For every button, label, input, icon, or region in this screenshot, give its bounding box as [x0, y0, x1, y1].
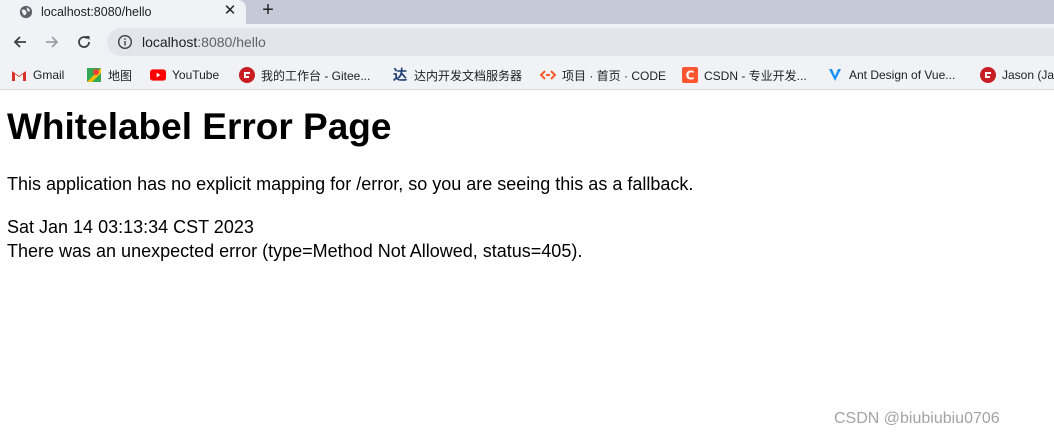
bookmark-label: Ant Design of Vue... [849, 68, 956, 82]
bookmarks-bar: Gmail 地图 YouTube 我的工作台 - Gitee... 达 达内开发… [0, 60, 1054, 90]
bookmark-label: 项目 · 首页 · CODE [562, 68, 666, 83]
error-message: There was an unexpected error (type=Meth… [7, 241, 583, 261]
tab-title: localhost:8080/hello [41, 5, 152, 19]
bookmark-antdv[interactable]: Ant Design of Vue... [827, 66, 955, 84]
arrow-left-icon [13, 36, 26, 48]
bookmark-gmail[interactable]: Gmail [11, 66, 64, 84]
error-details: Sat Jan 14 03:13:34 CST 2023 There was a… [7, 215, 582, 263]
new-tab-button[interactable]: + [258, 0, 278, 22]
arrow-right-icon [46, 36, 59, 48]
bookmark-code[interactable]: 项目 · 首页 · CODE [540, 66, 666, 84]
gmail-icon [11, 67, 27, 83]
maps-icon [86, 67, 102, 83]
bookmark-label: Gmail [33, 68, 65, 82]
url-text: localhost:8080/hello [142, 34, 266, 50]
gitee-icon [239, 67, 255, 83]
code-icon [540, 67, 556, 83]
reload-icon [78, 36, 90, 48]
bookmark-label: YouTube [172, 68, 220, 82]
error-explanation: This application has no explicit mapping… [7, 174, 694, 194]
gitee-icon [980, 67, 996, 83]
bookmark-gitee[interactable]: 我的工作台 - Gitee... [239, 66, 370, 84]
reload-button[interactable] [72, 30, 96, 54]
address-bar[interactable]: localhost:8080/hello [107, 28, 1054, 56]
youtube-icon [150, 67, 166, 83]
browser-toolbar: localhost:8080/hello [0, 24, 1054, 60]
globe-icon [19, 5, 33, 19]
bookmark-label: Jason (Ja [1002, 68, 1054, 82]
bookmark-jason[interactable]: Jason (Ja [980, 66, 1054, 84]
bookmark-label: 达内开发文档服务器 [414, 68, 523, 83]
watermark: CSDN @biubiubiu0706 [834, 410, 1000, 427]
bookmark-youtube[interactable]: YouTube [150, 66, 219, 84]
forward-button[interactable] [40, 30, 64, 54]
url-host: localhost [142, 34, 198, 50]
bookmark-label: 地图 [108, 68, 133, 83]
bookmark-label: CSDN - 专业开发... [704, 68, 807, 83]
error-timestamp: Sat Jan 14 03:13:34 CST 2023 [7, 217, 254, 237]
tab-close-icon[interactable]: ✕ [222, 3, 238, 19]
bookmark-csdn[interactable]: C CSDN - 专业开发... [682, 66, 807, 84]
info-icon[interactable] [117, 34, 133, 50]
tarena-icon: 达 [393, 67, 407, 83]
page-title: Whitelabel Error Page [7, 106, 392, 147]
svg-text:C: C [686, 69, 695, 83]
tab-active[interactable]: localhost:8080/hello ✕ [0, 0, 246, 24]
bookmark-tarena[interactable]: 达 达内开发文档服务器 [392, 66, 522, 84]
csdn-icon: C [682, 67, 698, 83]
bookmark-label: 我的工作台 - Gitee... [261, 68, 371, 83]
bookmark-maps[interactable]: 地图 [86, 66, 132, 84]
back-button[interactable] [8, 30, 32, 54]
tab-strip: localhost:8080/hello ✕ + [0, 0, 1054, 24]
antdv-icon [827, 67, 843, 83]
url-path: :8080/hello [197, 34, 266, 50]
